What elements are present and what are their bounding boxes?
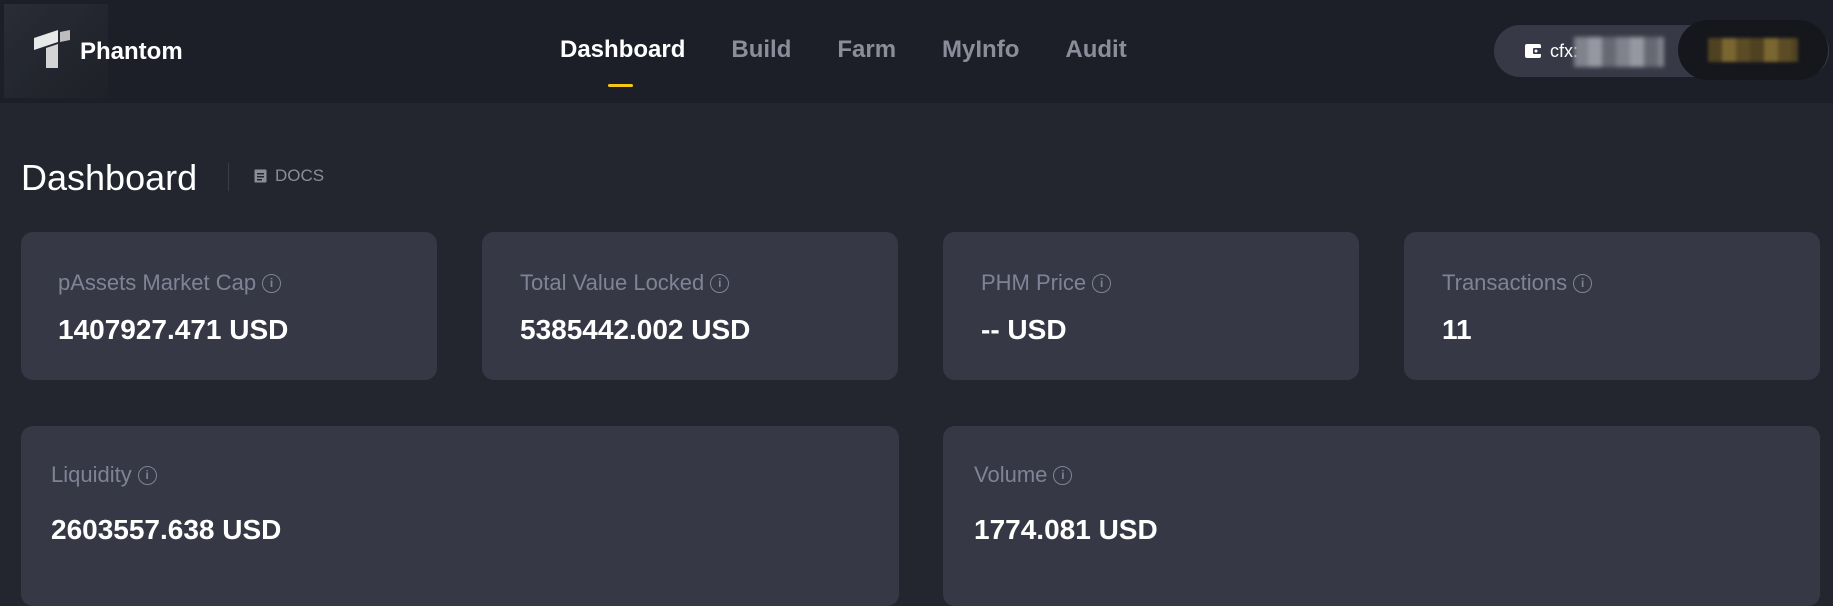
nav-build-label: Build	[731, 36, 792, 63]
stat-label-text: PHM Price	[981, 270, 1087, 295]
active-tab-indicator	[608, 84, 633, 87]
stat-card-tvl: Total Value Locked i 5385442.002 USD	[482, 232, 898, 380]
stat-value: 5385442.002 USD	[520, 314, 751, 345]
nav-dashboard-label: Dashboard	[560, 36, 686, 63]
stat-value: 1407927.471 USD	[58, 314, 289, 345]
info-icon[interactable]: i	[137, 465, 157, 485]
info-icon[interactable]: i	[1092, 273, 1112, 293]
nav-dashboard[interactable]: Dashboard	[560, 36, 685, 90]
stat-value: -- USD	[981, 314, 1067, 345]
nav-audit[interactable]: Audit	[1065, 36, 1126, 90]
nav-myinfo-label: MyInfo	[942, 36, 1020, 63]
panel-label-text: Volume	[974, 462, 1048, 487]
nav-farm-label: Farm	[837, 36, 897, 63]
redacted-account	[1708, 38, 1798, 62]
info-icon[interactable]: i	[262, 273, 282, 293]
stat-label: Total Value Locked i	[520, 270, 730, 296]
docs-link[interactable]: DOCS	[254, 166, 324, 186]
title-divider	[228, 163, 229, 191]
stat-label: pAssets Market Cap i	[58, 270, 282, 296]
main-nav: Dashboard Build Farm MyInfo Audit	[560, 36, 1173, 90]
stat-label-text: Total Value Locked	[520, 270, 705, 295]
nav-myinfo[interactable]: MyInfo	[942, 36, 1019, 90]
stat-card-market-cap: pAssets Market Cap i 1407927.471 USD	[21, 232, 437, 380]
wallet-icon	[1525, 44, 1542, 58]
stat-label-text: pAssets Market Cap	[58, 270, 257, 295]
info-icon[interactable]: i	[1573, 273, 1593, 293]
stat-value: 11	[1442, 314, 1472, 345]
account-menu-button[interactable]	[1678, 20, 1828, 80]
stat-card-phm-price: PHM Price i -- USD	[943, 232, 1359, 380]
volume-panel: Volume i 1774.081 USD	[943, 426, 1820, 606]
nav-build[interactable]: Build	[731, 36, 791, 90]
panel-label: Volume i	[974, 462, 1073, 488]
panel-label-text: Liquidity	[51, 462, 132, 487]
info-icon[interactable]: i	[710, 273, 730, 293]
docs-label: DOCS	[275, 166, 325, 185]
panel-value: 2603557.638 USD	[51, 514, 282, 545]
nav-audit-label: Audit	[1065, 36, 1127, 63]
info-icon[interactable]: i	[1053, 465, 1073, 485]
top-navigation-bar: Phantom Dashboard Build Farm MyInfo Audi…	[0, 0, 1833, 103]
nav-farm[interactable]: Farm	[837, 36, 896, 90]
panel-value: 1774.081 USD	[974, 514, 1158, 545]
liquidity-panel: Liquidity i 2603557.638 USD	[21, 426, 899, 606]
brand-name: Phantom	[80, 38, 183, 65]
stat-label: Transactions i	[1442, 270, 1593, 296]
document-icon	[254, 169, 267, 183]
stat-label-text: Transactions	[1442, 270, 1568, 295]
stat-label: PHM Price i	[981, 270, 1112, 296]
page-title: Dashboard	[21, 157, 198, 198]
panel-label: Liquidity i	[51, 462, 157, 488]
stat-card-transactions: Transactions i 11	[1404, 232, 1820, 380]
redacted-address	[1574, 37, 1664, 67]
